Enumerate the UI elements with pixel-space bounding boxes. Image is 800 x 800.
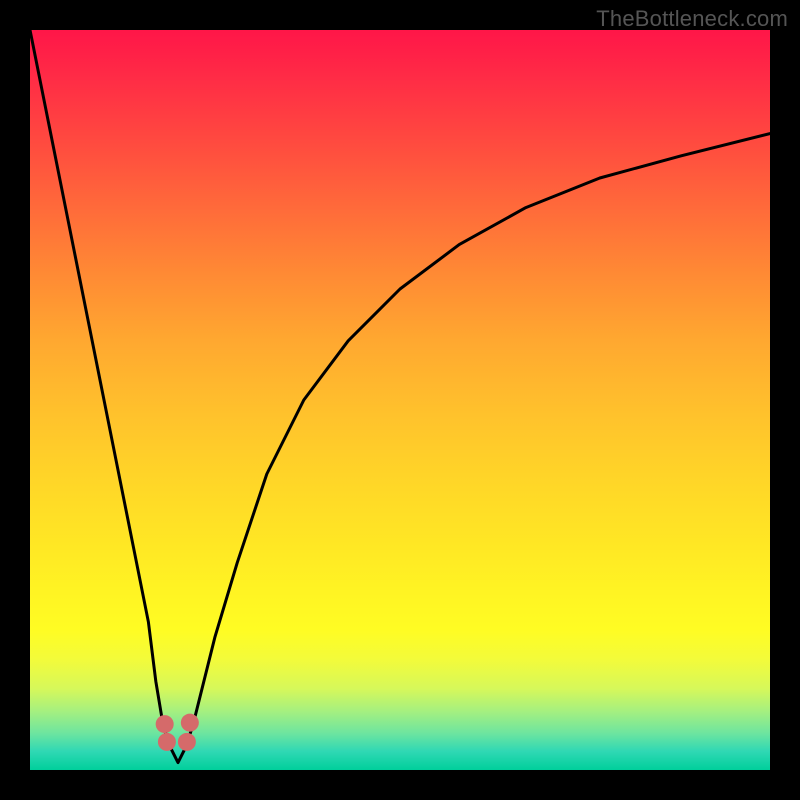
plot-area [30, 30, 770, 770]
watermark-text: TheBottleneck.com [596, 6, 788, 32]
gradient-background [30, 30, 770, 770]
chart-canvas: TheBottleneck.com [0, 0, 800, 800]
